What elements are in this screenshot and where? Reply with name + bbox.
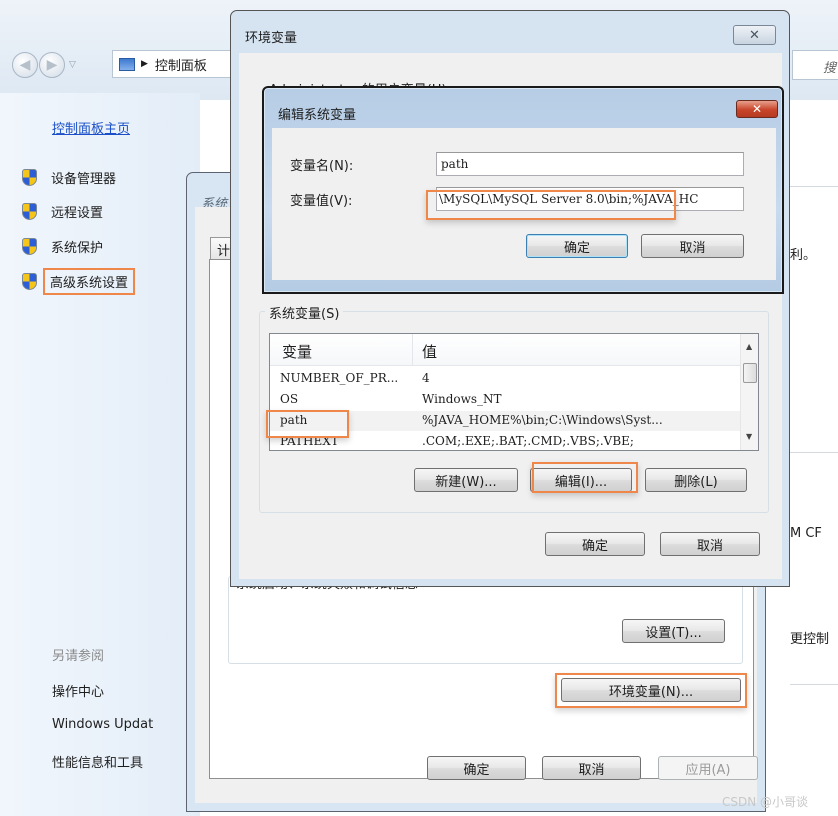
close-icon: ✕ bbox=[749, 27, 760, 43]
uac-shield-icon bbox=[22, 169, 37, 186]
variable-value-input[interactable]: \MySQL\MySQL Server 8.0\bin;%JAVA_HC bbox=[436, 187, 744, 211]
table-row-selected[interactable]: path %JAVA_HOME%\bin;C:\Windows\Syst... bbox=[270, 411, 740, 431]
forward-button[interactable]: ▶ bbox=[39, 52, 65, 78]
ok-button[interactable]: 确定 bbox=[427, 756, 526, 780]
divider bbox=[790, 684, 838, 685]
startup-settings-button[interactable]: 设置(T)... bbox=[622, 619, 725, 643]
variable-value: Windows_NT bbox=[422, 392, 502, 406]
right-content-fragment: 更控制 bbox=[790, 632, 830, 647]
close-button[interactable]: ✕ bbox=[736, 100, 778, 118]
variable-name: OS bbox=[280, 392, 299, 406]
column-divider[interactable] bbox=[412, 334, 413, 366]
sidebar-item-label: 高级系统设置 bbox=[42, 268, 136, 295]
variable-value-label: 变量值(V): bbox=[290, 194, 353, 209]
variable-value: .COM;.EXE;.BAT;.CMD;.VBS;.VBE; bbox=[422, 434, 634, 448]
list-header: 变量 值 bbox=[270, 334, 740, 366]
breadcrumb[interactable]: 控制面板 bbox=[155, 55, 207, 74]
uac-shield-icon bbox=[22, 203, 37, 220]
cancel-button[interactable]: 取消 bbox=[641, 234, 744, 258]
see-also-link-action-center[interactable]: 操作中心 bbox=[52, 681, 104, 700]
computer-icon bbox=[119, 57, 135, 71]
sidebar-item-label: 系统保护 bbox=[51, 241, 104, 256]
system-variables-list[interactable]: 变量 值 NUMBER_OF_PR... 4 OS Windows_NT pat… bbox=[269, 333, 759, 451]
sidebar-item-label: 远程设置 bbox=[51, 206, 104, 221]
sidebar-item-advanced-system-settings[interactable]: 高级系统设置 bbox=[22, 268, 136, 295]
sidebar-item-system-protection[interactable]: 系统保护 bbox=[22, 237, 103, 256]
back-button[interactable]: ◀ bbox=[12, 52, 38, 78]
delete-variable-button[interactable]: 删除(L) bbox=[645, 468, 747, 492]
ok-button[interactable]: 确定 bbox=[526, 234, 628, 258]
variable-name: path bbox=[280, 413, 308, 427]
window-title: 环境变量 bbox=[245, 31, 298, 46]
control-panel-home-link[interactable]: 控制面板主页 bbox=[52, 118, 130, 137]
environment-variables-button[interactable]: 环境变量(N)... bbox=[561, 678, 741, 702]
uac-shield-icon bbox=[22, 273, 37, 290]
apply-button[interactable]: 应用(A) bbox=[658, 756, 758, 780]
history-dropdown-icon[interactable]: ▽ bbox=[69, 60, 76, 70]
scroll-up-icon[interactable]: ▲ bbox=[746, 342, 752, 351]
new-variable-button[interactable]: 新建(W)... bbox=[414, 468, 518, 492]
see-also-heading: 另请参阅 bbox=[52, 649, 105, 664]
scroll-thumb[interactable] bbox=[743, 363, 757, 383]
close-icon: ✕ bbox=[751, 102, 763, 116]
edit-variable-button[interactable]: 编辑(I)... bbox=[530, 468, 632, 492]
table-row[interactable]: OS Windows_NT bbox=[270, 390, 740, 410]
cancel-button[interactable]: 取消 bbox=[542, 756, 641, 780]
variable-name-label: 变量名(N): bbox=[290, 159, 354, 174]
divider bbox=[790, 452, 838, 453]
right-content-fragment: M CF bbox=[790, 526, 822, 541]
variable-name: NUMBER_OF_PR... bbox=[280, 371, 399, 385]
watermark: CSDN @小哥谈 bbox=[722, 795, 809, 809]
sidebar-item-remote-settings[interactable]: 远程设置 bbox=[22, 202, 103, 221]
column-header-value[interactable]: 值 bbox=[422, 341, 437, 362]
scroll-down-icon[interactable]: ▼ bbox=[746, 432, 752, 441]
variable-value: 4 bbox=[422, 371, 430, 385]
variable-value: %JAVA_HOME%\bin;C:\Windows\Syst... bbox=[422, 413, 663, 427]
sidebar-item-device-manager[interactable]: 设备管理器 bbox=[22, 168, 116, 187]
uac-shield-icon bbox=[22, 238, 37, 255]
right-content-fragment: 利。 bbox=[790, 248, 817, 263]
dialog-body: 变量名(N): path 变量值(V): \MySQL\MySQL Server… bbox=[272, 128, 776, 280]
variable-name-input[interactable]: path bbox=[436, 152, 744, 176]
table-row[interactable]: NUMBER_OF_PR... 4 bbox=[270, 369, 740, 389]
close-button[interactable]: ✕ bbox=[733, 25, 776, 45]
table-row[interactable]: PATHEXT .COM;.EXE;.BAT;.CMD;.VBS;.VBE; bbox=[270, 432, 740, 450]
divider bbox=[790, 186, 838, 187]
see-also-link-windows-update[interactable]: Windows Updat bbox=[52, 717, 153, 732]
search-input[interactable]: 搜 bbox=[792, 50, 838, 80]
list-scrollbar[interactable]: ▲ ▼ bbox=[740, 334, 758, 450]
ok-button[interactable]: 确定 bbox=[545, 532, 645, 556]
edit-system-variable-dialog: 编辑系统变量 ✕ 变量名(N): path 变量值(V): \MySQL\MyS… bbox=[262, 86, 784, 294]
system-variables-label: 系统变量(S) bbox=[265, 303, 344, 322]
column-header-variable[interactable]: 变量 bbox=[282, 341, 312, 362]
dialog-title: 编辑系统变量 bbox=[278, 108, 357, 123]
nav-buttons: ◀ ▶ ▽ bbox=[12, 52, 79, 78]
cancel-button[interactable]: 取消 bbox=[660, 532, 760, 556]
see-also-link-performance-tools[interactable]: 性能信息和工具 bbox=[52, 752, 143, 771]
sidebar-item-label: 设备管理器 bbox=[51, 172, 117, 187]
breadcrumb-arrow-icon[interactable]: ▶ bbox=[141, 59, 148, 69]
variable-name: PATHEXT bbox=[280, 434, 339, 448]
